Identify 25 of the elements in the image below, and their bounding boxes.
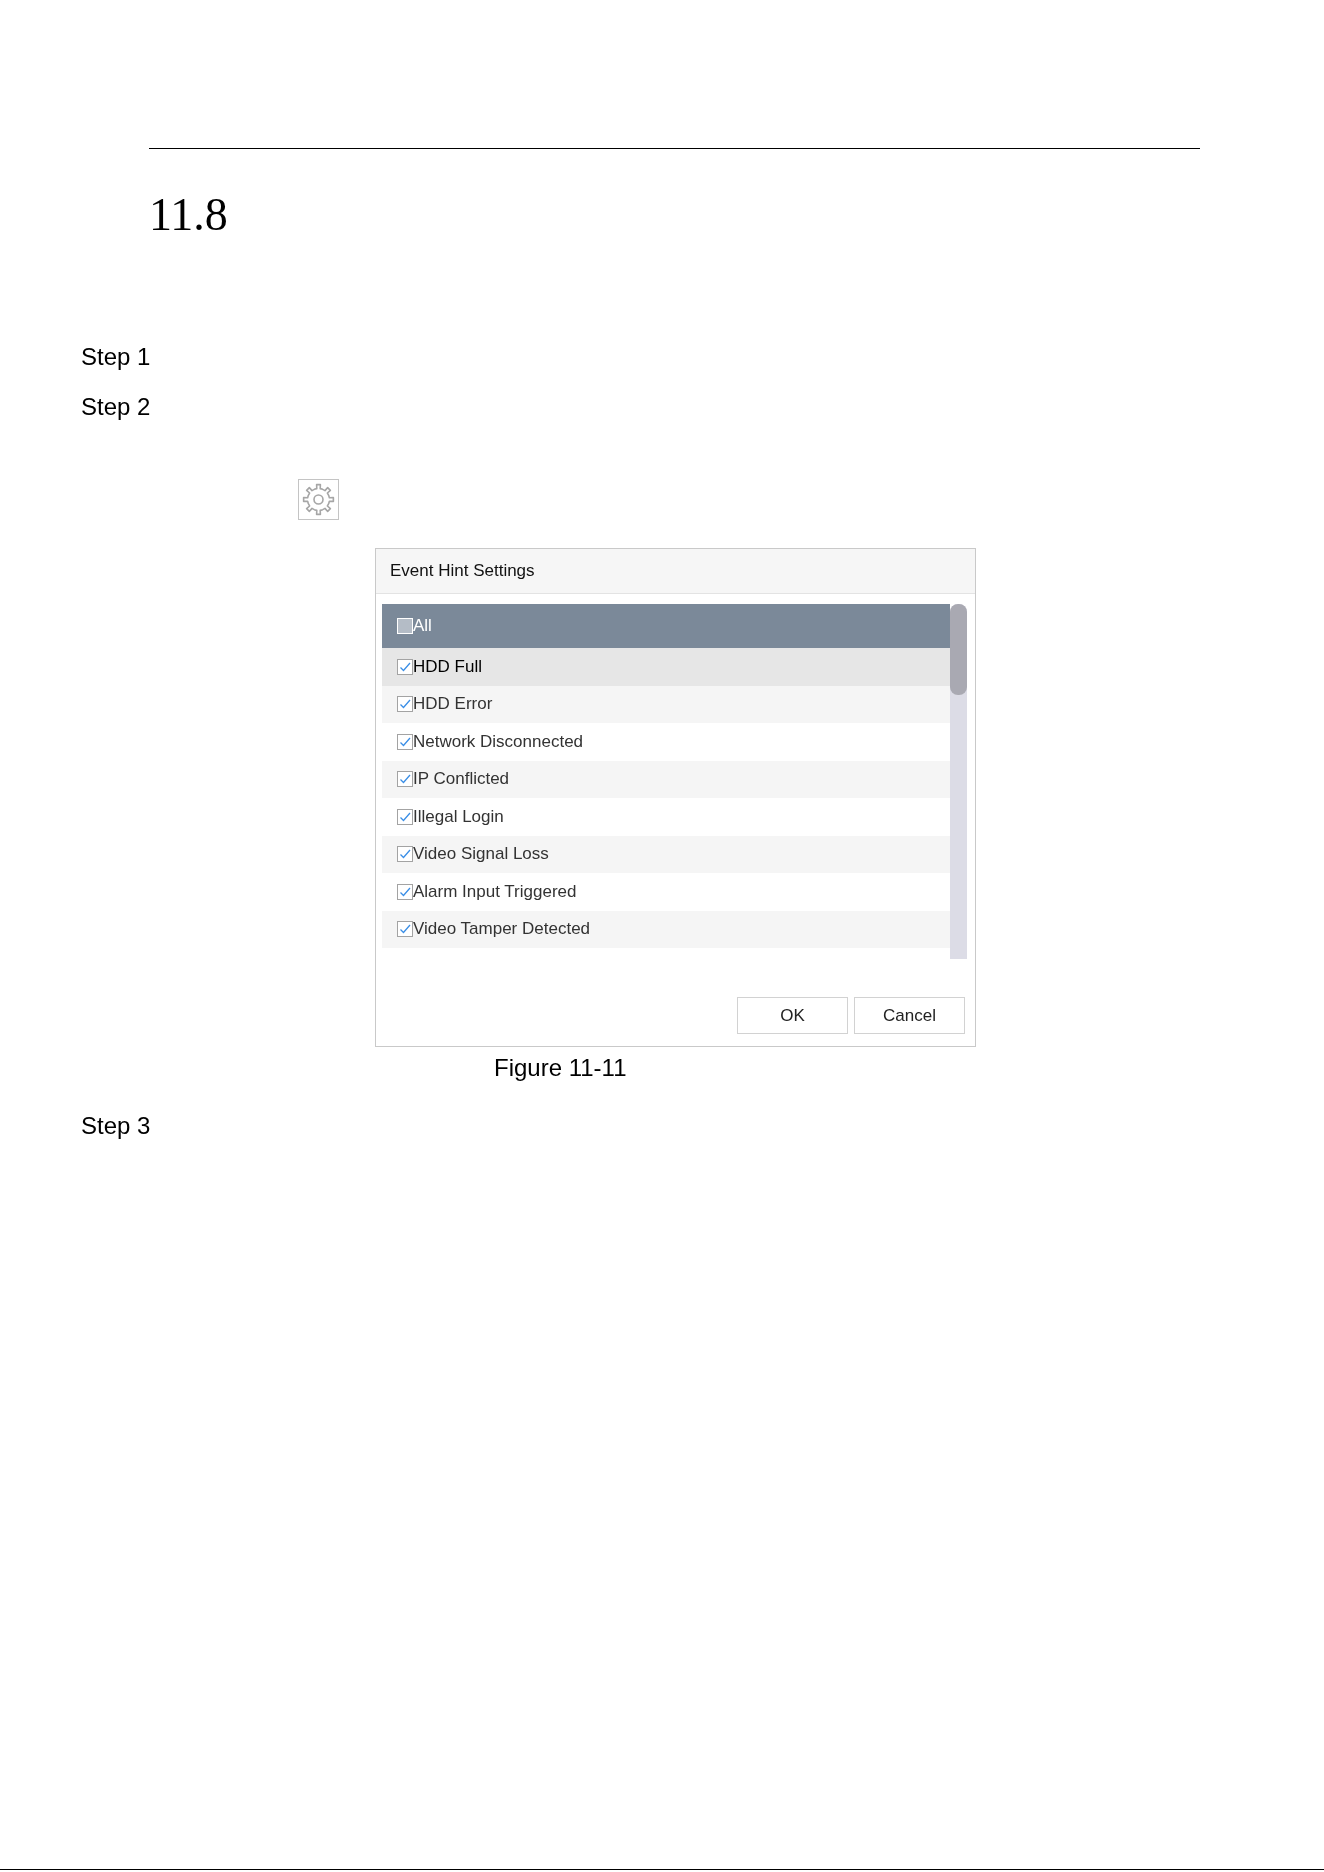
step-label: Step 1: [81, 345, 151, 369]
scrollbar-thumb[interactable]: [950, 604, 967, 695]
checkbox[interactable]: [397, 921, 413, 938]
event-option[interactable]: IP Conflicted: [382, 760, 950, 798]
dialog-title: Event Hint Settings: [390, 561, 535, 581]
checkbox[interactable]: [397, 658, 413, 675]
event-option[interactable]: Video Signal Loss: [382, 835, 950, 873]
dialog-button[interactable]: OK: [737, 997, 848, 1034]
checkbox[interactable]: [397, 883, 413, 900]
step-label: Step 3: [81, 1114, 151, 1138]
settings-icon: [298, 479, 339, 520]
event-option[interactable]: Video Tamper Detected: [382, 910, 950, 948]
checkbox[interactable]: [397, 808, 413, 825]
checkbox[interactable]: [397, 846, 413, 863]
checkbox[interactable]: [397, 771, 413, 788]
checkbox[interactable]: [397, 733, 413, 750]
dialog-button[interactable]: Cancel: [854, 997, 965, 1034]
figure-caption: Figure 11-11: [494, 1056, 627, 1080]
section-number: 11.8: [149, 192, 228, 238]
step-label: Step 2: [81, 395, 151, 419]
event-option[interactable]: HDD Error: [382, 685, 950, 723]
checkbox[interactable]: [397, 696, 413, 713]
select-all-option[interactable]: All: [382, 604, 950, 648]
scrollbar-track[interactable]: [950, 604, 967, 959]
event-option[interactable]: HDD Full: [382, 648, 950, 686]
